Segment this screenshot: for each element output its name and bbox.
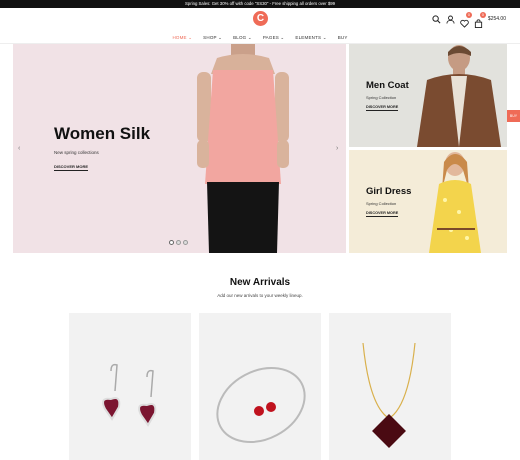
wishlist-count-badge: 0 [465, 11, 472, 18]
girl-dress-image [429, 152, 481, 253]
nav-item-blog[interactable]: BLOG ⌄ [233, 33, 252, 43]
hero-slider[interactable]: Women Silk New spring collections DISCOV… [13, 44, 346, 253]
men-coat-image [417, 45, 501, 147]
product-card-bracelet[interactable] [199, 313, 321, 460]
earrings-image [102, 363, 157, 427]
product-card-necklace[interactable] [329, 313, 451, 460]
hero-title: Women Silk [54, 124, 151, 143]
hero-model-image [197, 44, 289, 253]
site-logo[interactable]: C [253, 11, 268, 26]
promo-link-girl-dress[interactable]: DISCOVER MORE [366, 211, 399, 217]
announcement-text: Spring Sales: Get 30% off with code "SS3… [184, 1, 336, 6]
product-card-earrings[interactable] [69, 313, 191, 460]
promo-title-girl-dress: Girl Dress [366, 186, 412, 197]
hero-discover-link[interactable]: DISCOVER MORE [54, 164, 89, 171]
cart-count-badge: 0 [479, 11, 486, 18]
cart-total[interactable]: $254.00 [488, 16, 506, 22]
nav-item-buy[interactable]: BUY [338, 33, 348, 43]
nav-item-elements[interactable]: ELEMENTS ⌄ [295, 33, 326, 43]
nav-item-shop[interactable]: SHOP ⌄ [203, 33, 222, 43]
promo-banner-men-coat[interactable]: Men Coat Spring Collection DISCOVER MORE [349, 44, 507, 147]
slider-next-arrow[interactable]: › [336, 145, 338, 152]
promo-subtitle-men-coat: Spring Collection [366, 95, 397, 100]
new-arrivals-subtitle: Add our new arrivals to your weekly line… [217, 293, 303, 298]
logo-letter: C [256, 13, 265, 24]
nav-item-home[interactable]: HOME ⌄ [172, 33, 192, 43]
slider-pagination [169, 240, 188, 245]
promo-banner-girl-dress[interactable]: Girl Dress Spring Collection DISCOVER MO… [349, 150, 507, 253]
header-icons: 0 0 $254.00 [432, 11, 506, 28]
promo-link-men-coat[interactable]: DISCOVER MORE [366, 105, 399, 111]
slider-dot-1[interactable] [169, 240, 174, 245]
slider-dot-3[interactable] [183, 240, 188, 245]
wishlist-button[interactable]: 0 [460, 11, 472, 28]
slider-dot-2[interactable] [176, 240, 181, 245]
promo-title-men-coat: Men Coat [366, 80, 409, 91]
cart-button[interactable]: 0 [474, 11, 486, 28]
side-buy-tab[interactable]: BUY [507, 110, 520, 122]
bag-icon [474, 18, 483, 28]
slider-prev-arrow[interactable]: ‹ [18, 145, 20, 152]
nav-item-pages[interactable]: PAGES ⌄ [263, 33, 285, 43]
search-icon[interactable] [432, 14, 441, 24]
hero-subtitle: New spring collections [54, 150, 99, 155]
bracelet-image [216, 367, 306, 443]
main-nav: HOME ⌄ SHOP ⌄ BLOG ⌄ PAGES ⌄ ELEMENTS ⌄ … [0, 33, 520, 43]
user-icon[interactable] [446, 15, 455, 24]
new-arrivals-title: New Arrivals [229, 277, 291, 288]
announcement-bar: Spring Sales: Get 30% off with code "SS3… [0, 0, 520, 8]
promo-subtitle-girl-dress: Spring Collection [366, 201, 397, 206]
necklace-image [362, 342, 416, 448]
heart-icon [460, 19, 469, 28]
